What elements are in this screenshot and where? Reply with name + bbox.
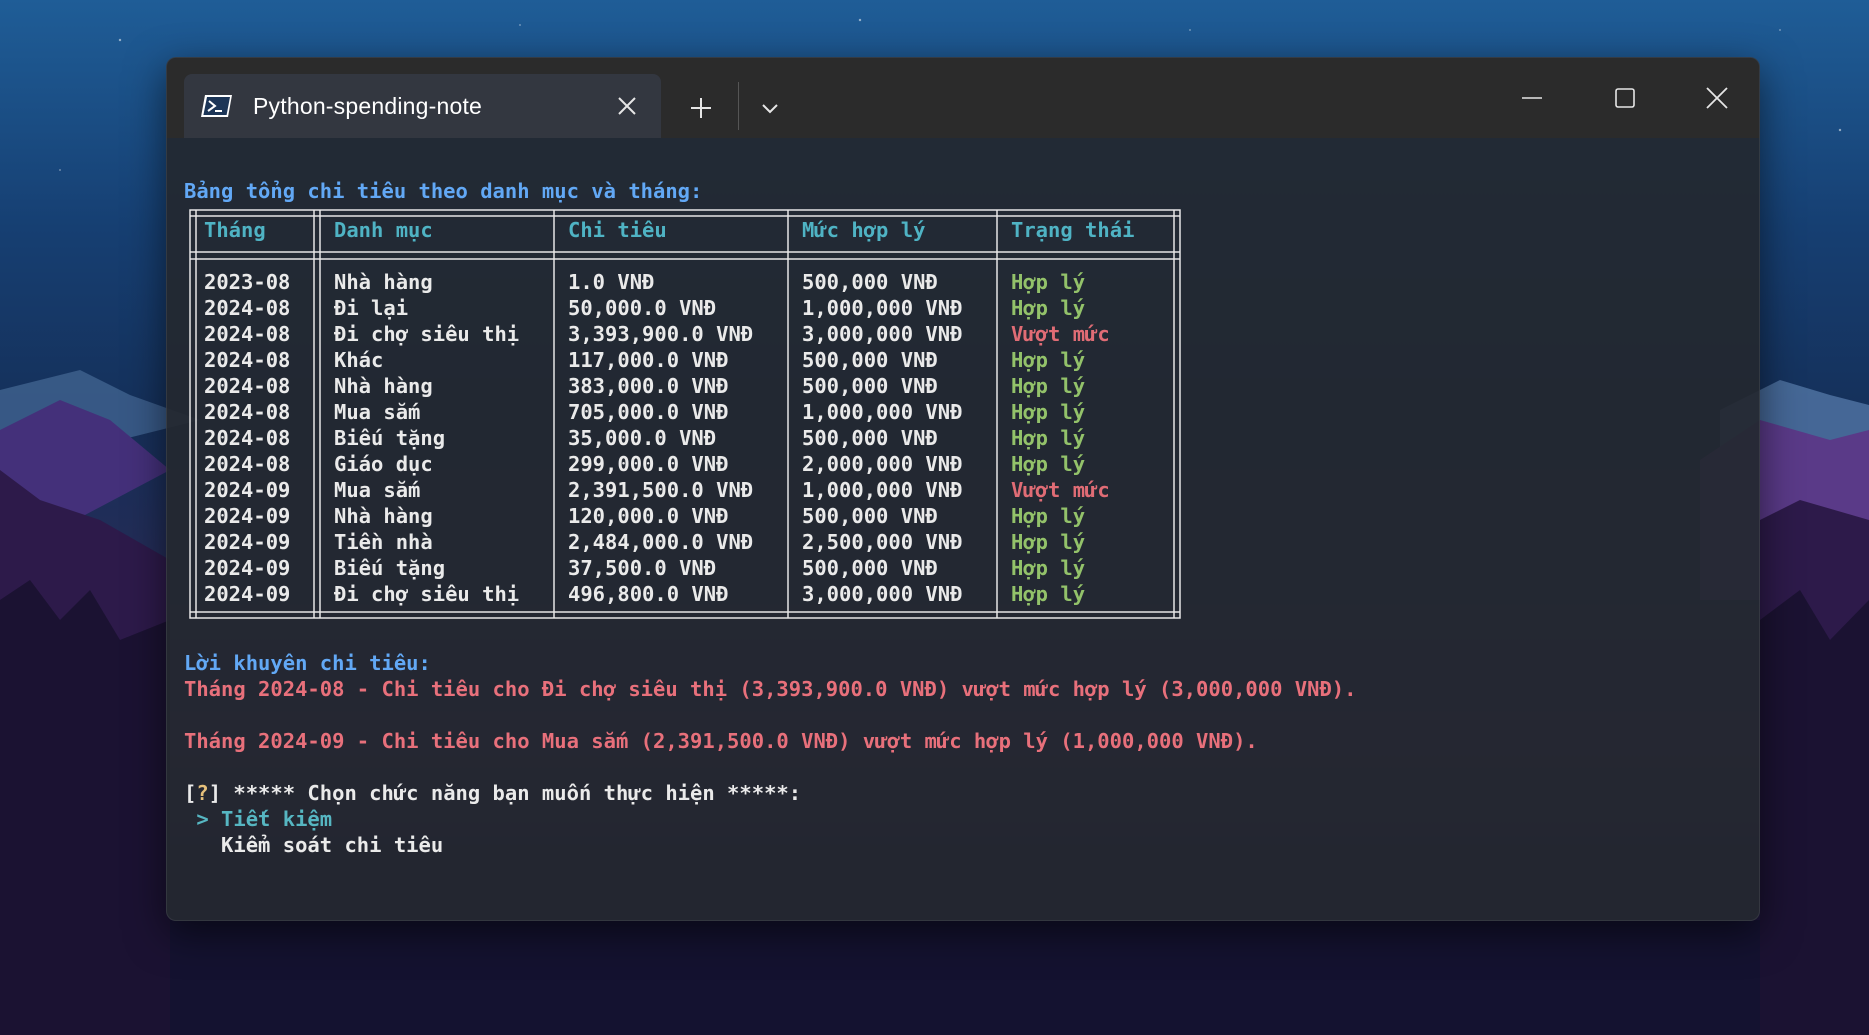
cell-limit: 500,000 VNĐ <box>802 556 938 580</box>
title-bar[interactable]: Python-spending-note <box>167 58 1759 138</box>
cell-limit: 1,000,000 VNĐ <box>802 296 963 320</box>
powershell-icon <box>201 95 232 117</box>
cell-category: Mua sắm <box>334 478 421 502</box>
cell-spent: 2,484,000.0 VNĐ <box>568 530 754 554</box>
cell-limit: 500,000 VNĐ <box>802 504 938 528</box>
cell-category: Mua sắm <box>334 400 421 424</box>
cell-month: 2024-09 <box>204 556 291 580</box>
cell-category: Biếu tặng <box>334 426 446 450</box>
menu-option-kiem-soat[interactable]: Kiểm soát chi tiêu <box>184 832 1759 858</box>
cell-limit: 3,000,000 VNĐ <box>802 322 963 346</box>
cell-month: 2024-08 <box>204 452 291 476</box>
cell-status: Hợp lý <box>1011 296 1086 320</box>
cell-month: 2024-09 <box>204 582 291 606</box>
terminal-output[interactable]: Bảng tổng chi tiêu theo danh mục và thán… <box>184 178 1759 920</box>
cell-month: 2024-09 <box>204 530 291 554</box>
cell-category: Nhà hàng <box>334 270 433 294</box>
cell-spent: 705,000.0 VNĐ <box>568 400 729 424</box>
cell-limit: 500,000 VNĐ <box>802 270 938 294</box>
header-status: Trạng thái <box>1011 218 1135 242</box>
cell-status: Hợp lý <box>1011 426 1086 450</box>
header-spent: Chi tiêu <box>568 218 667 242</box>
cell-limit: 2,000,000 VNĐ <box>802 452 963 476</box>
tab-separator <box>738 82 739 130</box>
cell-spent: 50,000.0 VNĐ <box>568 296 717 320</box>
maximize-icon[interactable] <box>1602 78 1648 118</box>
cell-month: 2023-08 <box>204 270 291 294</box>
cell-spent: 2,391,500.0 VNĐ <box>568 478 754 502</box>
cell-month: 2024-08 <box>204 296 291 320</box>
minimize-icon[interactable] <box>1509 78 1555 118</box>
cell-category: Tiền nhà <box>334 530 433 554</box>
advice-heading: Lời khuyên chi tiêu: <box>184 651 431 675</box>
advice-line-2: Tháng 2024-09 - Chi tiêu cho Mua sắm (2,… <box>184 729 1258 753</box>
header-category: Danh mục <box>334 218 433 242</box>
cell-category: Biếu tặng <box>334 556 446 580</box>
cell-category: Khác <box>334 348 384 372</box>
cell-status: Hợp lý <box>1011 582 1086 606</box>
cell-category: Nhà hàng <box>334 374 433 398</box>
cell-month: 2024-08 <box>204 400 291 424</box>
cell-spent: 496,800.0 VNĐ <box>568 582 729 606</box>
cell-category: Giáo dục <box>334 452 433 476</box>
cell-limit: 500,000 VNĐ <box>802 426 938 450</box>
menu-prompt: [?] ***** Chọn chức năng bạn muốn thực h… <box>184 781 802 805</box>
question-mark: ? <box>196 781 209 805</box>
cell-status: Vượt mức <box>1011 478 1110 502</box>
cell-limit: 1,000,000 VNĐ <box>802 478 963 502</box>
cell-status: Hợp lý <box>1011 556 1086 580</box>
cell-month: 2024-08 <box>204 374 291 398</box>
cell-status: Hợp lý <box>1011 270 1086 294</box>
cell-spent: 3,393,900.0 VNĐ <box>568 322 754 346</box>
terminal-window: Python-spending-note Bảng tổng chi tiêu … <box>166 57 1760 921</box>
cell-month: 2024-08 <box>204 348 291 372</box>
header-limit: Mức hợp lý <box>802 218 926 242</box>
cell-status: Hợp lý <box>1011 530 1086 554</box>
cell-limit: 3,000,000 VNĐ <box>802 582 963 606</box>
cell-month: 2024-08 <box>204 426 291 450</box>
cell-spent: 1.0 VNĐ <box>568 270 655 294</box>
tab-python-spending-note[interactable]: Python-spending-note <box>184 74 661 138</box>
chevron-down-icon[interactable] <box>750 88 790 128</box>
cell-category: Đi chợ siêu thị <box>334 322 520 346</box>
cell-month: 2024-09 <box>204 504 291 528</box>
cell-limit: 2,500,000 VNĐ <box>802 530 963 554</box>
cell-limit: 1,000,000 VNĐ <box>802 400 963 424</box>
cell-status: Hợp lý <box>1011 374 1086 398</box>
menu-option-tiet-kiem[interactable]: > Tiết kiệm <box>184 806 1759 832</box>
advice-line-1: Tháng 2024-08 - Chi tiêu cho Đi chợ siêu… <box>184 677 1357 701</box>
cell-category: Nhà hàng <box>334 504 433 528</box>
cell-limit: 500,000 VNĐ <box>802 348 938 372</box>
cell-spent: 37,500.0 VNĐ <box>568 556 717 580</box>
close-window-icon[interactable] <box>1694 78 1740 118</box>
spending-table: Tháng Danh mục Chi tiêu Mức hợp lý Trạng thá… <box>184 204 1188 624</box>
tab-title: Python-spending-note <box>253 92 483 119</box>
cell-month: 2024-09 <box>204 478 291 502</box>
cell-spent: 117,000.0 VNĐ <box>568 348 729 372</box>
cell-spent: 383,000.0 VNĐ <box>568 374 729 398</box>
cell-spent: 299,000.0 VNĐ <box>568 452 729 476</box>
cell-status: Hợp lý <box>1011 400 1086 424</box>
close-icon[interactable] <box>613 92 641 120</box>
cell-spent: 120,000.0 VNĐ <box>568 504 729 528</box>
cell-status: Vượt mức <box>1011 322 1110 346</box>
cell-month: 2024-08 <box>204 322 291 346</box>
cell-status: Hợp lý <box>1011 348 1086 372</box>
cell-category: Đi chợ siêu thị <box>334 582 520 606</box>
cell-status: Hợp lý <box>1011 504 1086 528</box>
header-month: Tháng <box>204 218 266 242</box>
cell-limit: 500,000 VNĐ <box>802 374 938 398</box>
cell-status: Hợp lý <box>1011 452 1086 476</box>
table-heading: Bảng tổng chi tiêu theo danh mục và thán… <box>184 179 703 203</box>
cell-category: Đi lại <box>334 296 409 320</box>
cell-spent: 35,000.0 VNĐ <box>568 426 717 450</box>
plus-icon[interactable] <box>681 88 721 128</box>
